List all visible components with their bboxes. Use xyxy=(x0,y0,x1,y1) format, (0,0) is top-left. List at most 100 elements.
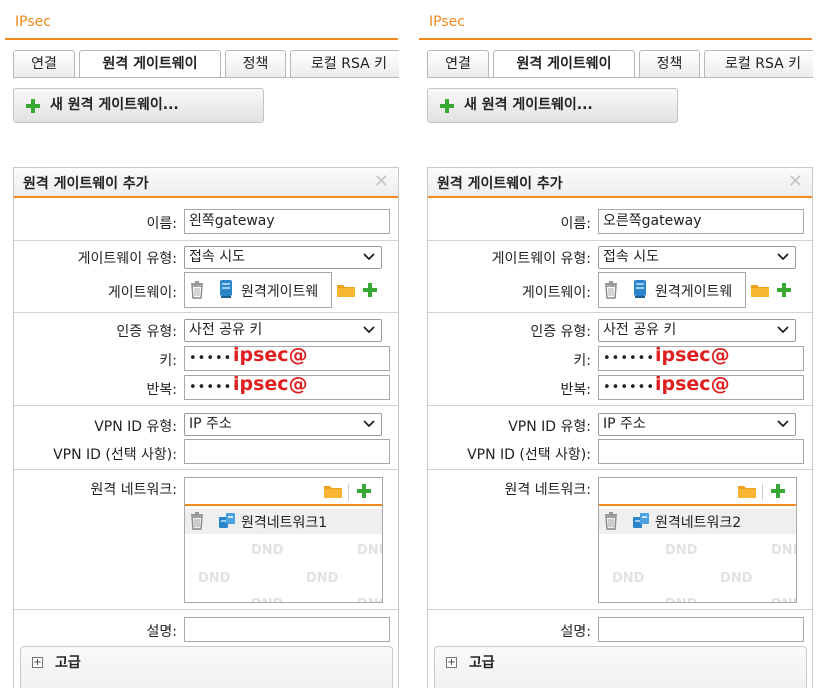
repeat-masked-value: •••••• xyxy=(603,380,656,395)
list-item[interactable]: 원격네트워크1 xyxy=(185,509,382,534)
vpn-id-type-value: IP 주소 xyxy=(189,416,232,432)
remote-network-toolbar xyxy=(599,478,796,506)
gateway-value: 원격게이트웨 xyxy=(241,284,319,300)
auth-type-label: 인증 유형: xyxy=(530,324,591,340)
tab-connection[interactable]: 연결 xyxy=(13,50,75,78)
vpn-id-type-select[interactable]: IP 주소 xyxy=(598,413,796,436)
plus-icon xyxy=(440,99,454,113)
plus-icon[interactable] xyxy=(356,483,372,499)
tab-local-rsa-key[interactable]: 로컬 RSA 키 xyxy=(290,50,399,78)
remote-network-list[interactable]: 원격네트워크1 DND DND DND DND DND DND xyxy=(184,477,383,603)
dnd-watermark: DND xyxy=(357,597,382,602)
trash-icon[interactable] xyxy=(190,512,204,530)
close-icon[interactable]: ✕ xyxy=(788,171,803,192)
network-icon xyxy=(219,513,235,528)
gateway-type-select[interactable]: 접속 시도 xyxy=(598,246,796,269)
vpn-id-field[interactable] xyxy=(598,439,804,464)
expand-icon[interactable]: + xyxy=(32,657,43,668)
tab-policy[interactable]: 정책 xyxy=(225,50,286,78)
toolbar-separator xyxy=(762,484,763,501)
key-annotation: ipsec@ xyxy=(655,346,730,366)
description-label: 설명: xyxy=(560,624,591,640)
name-field[interactable]: 오른쪽gateway xyxy=(598,209,804,234)
trash-icon[interactable] xyxy=(604,281,618,299)
tab-policy[interactable]: 정책 xyxy=(639,50,700,78)
toolbar-separator xyxy=(348,484,349,501)
trash-icon[interactable] xyxy=(190,281,204,299)
list-item[interactable]: 원격네트워크2 xyxy=(599,509,796,534)
new-remote-gateway-button[interactable]: 새 원격 게이트웨이... xyxy=(427,88,678,123)
plus-icon[interactable] xyxy=(770,483,786,499)
divider xyxy=(428,469,812,470)
gateway-type-select[interactable]: 접속 시도 xyxy=(184,246,382,269)
divider xyxy=(14,405,398,406)
dnd-watermark: DND xyxy=(665,597,697,602)
plus-icon[interactable] xyxy=(362,282,378,298)
trash-icon[interactable] xyxy=(604,512,618,530)
advanced-section[interactable]: + 고급 xyxy=(434,646,807,688)
vpn-id-type-label: VPN ID 유형: xyxy=(94,419,177,435)
chevron-down-icon xyxy=(363,420,375,428)
remote-network-list[interactable]: 원격네트워크2 DND DND DND DND DND DND xyxy=(598,477,797,603)
new-remote-gateway-button[interactable]: 새 원격 게이트웨이... xyxy=(13,88,264,123)
chevron-down-icon xyxy=(777,420,789,428)
folder-icon[interactable] xyxy=(750,282,770,298)
vpn-id-type-select[interactable]: IP 주소 xyxy=(184,413,382,436)
divider xyxy=(428,240,812,241)
gateway-type-value: 접속 시도 xyxy=(603,249,659,265)
repeat-annotation: ipsec@ xyxy=(655,375,730,395)
server-icon xyxy=(220,280,232,298)
close-icon[interactable]: ✕ xyxy=(374,171,389,192)
repeat-label: 반복: xyxy=(560,382,591,398)
auth-type-select[interactable]: 사전 공유 키 xyxy=(598,319,796,342)
auth-type-label: 인증 유형: xyxy=(116,324,177,340)
key-masked-value: •••••• xyxy=(603,351,656,366)
plus-icon[interactable] xyxy=(776,282,792,298)
dnd-watermark: DND xyxy=(357,543,382,558)
description-field[interactable] xyxy=(598,617,804,642)
dnd-watermark: DND xyxy=(771,597,796,602)
chevron-down-icon xyxy=(777,253,789,261)
divider xyxy=(428,609,812,610)
tab-remote-gateway[interactable]: 원격 게이트웨이 xyxy=(493,50,635,78)
tab-connection[interactable]: 연결 xyxy=(427,50,489,78)
expand-icon[interactable]: + xyxy=(446,657,457,668)
repeat-field[interactable]: •••••• ipsec@ xyxy=(598,375,804,400)
vpn-id-type-label: VPN ID 유형: xyxy=(508,419,591,435)
dialog-header: 원격 게이트웨이 추가 ✕ xyxy=(428,168,812,198)
key-field[interactable]: •••••• ipsec@ xyxy=(184,346,390,371)
auth-type-value: 사전 공유 키 xyxy=(189,322,263,338)
divider xyxy=(428,405,812,406)
gateway-value: 원격게이트웨 xyxy=(655,284,733,300)
divider xyxy=(428,312,812,313)
right-panel: IPsec 연결 원격 게이트웨이 정책 로컬 RSA 키 새 원격 게이트웨이… xyxy=(419,0,819,688)
app-title: IPsec xyxy=(429,14,465,30)
gateway-field[interactable]: 원격게이트웨 xyxy=(184,272,332,308)
gateway-field[interactable]: 원격게이트웨 xyxy=(598,272,746,308)
key-label: 키: xyxy=(159,353,177,369)
advanced-section[interactable]: + 고급 xyxy=(20,646,393,688)
gateway-label: 게이트웨이: xyxy=(107,285,177,301)
auth-type-value: 사전 공유 키 xyxy=(603,322,677,338)
dnd-watermark: DND xyxy=(198,571,231,586)
chevron-down-icon xyxy=(363,253,375,261)
auth-type-select[interactable]: 사전 공유 키 xyxy=(184,319,382,342)
vpn-id-field[interactable] xyxy=(184,439,390,464)
name-label: 이름: xyxy=(560,216,591,232)
folder-icon[interactable] xyxy=(336,282,356,298)
name-field[interactable]: 왼쪽gateway xyxy=(184,209,390,234)
tab-remote-gateway[interactable]: 원격 게이트웨이 xyxy=(79,50,221,78)
tab-local-rsa-key[interactable]: 로컬 RSA 키 xyxy=(704,50,813,78)
repeat-field[interactable]: •••••• ipsec@ xyxy=(184,375,390,400)
add-remote-gateway-dialog: 원격 게이트웨이 추가 ✕ 이름: 왼쪽gateway 게이트웨이 유형: 접속… xyxy=(13,167,399,688)
repeat-label: 반복: xyxy=(146,382,177,398)
description-field[interactable] xyxy=(184,617,390,642)
remote-network-item-label: 원격네트워크2 xyxy=(655,515,742,531)
key-field[interactable]: •••••• ipsec@ xyxy=(598,346,804,371)
divider xyxy=(14,312,398,313)
folder-icon[interactable] xyxy=(737,483,757,499)
plus-icon xyxy=(26,99,40,113)
divider xyxy=(14,240,398,241)
folder-icon[interactable] xyxy=(323,483,343,499)
repeat-annotation: ipsec@ xyxy=(233,375,308,395)
